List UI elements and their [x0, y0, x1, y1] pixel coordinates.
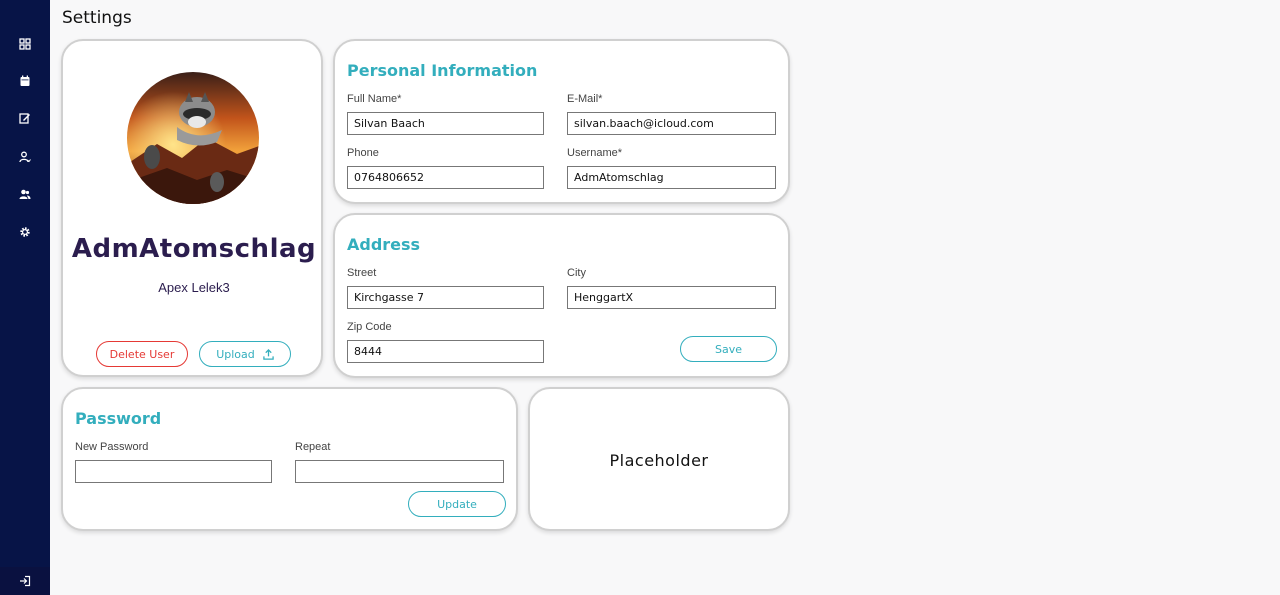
settings-gear-icon[interactable]: [17, 224, 33, 240]
zip-label: Zip Code: [347, 321, 392, 333]
repeat-password-label: Repeat: [295, 441, 331, 453]
new-password-input[interactable]: [75, 460, 272, 483]
email-label: E-Mail*: [567, 93, 603, 105]
upload-icon: [263, 348, 274, 360]
logout-button[interactable]: [0, 567, 50, 595]
placeholder-card: Placeholder: [528, 387, 790, 531]
phone-input[interactable]: [347, 166, 544, 189]
personal-info-title: Personal Information: [347, 61, 538, 80]
city-label: City: [567, 267, 586, 279]
username-label: Username*: [567, 147, 623, 159]
full-name-label: Full Name*: [347, 93, 402, 105]
placeholder-text: Placeholder: [609, 451, 709, 470]
profile-subtitle: Apex Lelek3: [158, 280, 230, 295]
street-label: Street: [347, 267, 377, 279]
save-label: Save: [714, 342, 742, 356]
calendar-icon[interactable]: [17, 73, 33, 89]
phone-label: Phone: [347, 147, 379, 159]
password-title: Password: [75, 409, 162, 428]
profile-username: AdmAtomschlag: [71, 234, 317, 264]
zip-input[interactable]: [347, 340, 544, 363]
update-label: Update: [437, 497, 477, 511]
password-card: Password New Password Repeat Update: [61, 387, 518, 531]
new-password-label: New Password: [75, 441, 149, 453]
avatar: [127, 72, 259, 204]
upload-button[interactable]: Upload: [199, 341, 291, 367]
update-button[interactable]: Update: [408, 491, 506, 517]
full-name-input[interactable]: [347, 112, 544, 135]
delete-user-button[interactable]: Delete User: [96, 341, 188, 367]
city-input[interactable]: [567, 286, 776, 309]
email-input[interactable]: [567, 112, 776, 135]
logout-icon: [19, 575, 31, 587]
street-input[interactable]: [347, 286, 544, 309]
users-group-icon[interactable]: [17, 186, 33, 202]
address-title: Address: [347, 235, 421, 254]
user-icon[interactable]: [17, 149, 33, 165]
username-input[interactable]: [567, 166, 776, 189]
upload-label: Upload: [216, 347, 255, 361]
sidebar: [0, 0, 50, 595]
page-title: Settings: [62, 8, 132, 28]
repeat-password-input[interactable]: [295, 460, 504, 483]
dashboard-grid-icon[interactable]: [17, 36, 33, 52]
save-button[interactable]: Save: [680, 336, 777, 362]
profile-card: AdmAtomschlag Apex Lelek3 Delete User Up…: [61, 39, 323, 377]
edit-note-icon[interactable]: [17, 110, 33, 126]
personal-info-card: Personal Information Full Name* E-Mail* …: [333, 39, 790, 204]
delete-user-label: Delete User: [109, 347, 175, 361]
address-card: Address Street City Zip Code Save: [333, 213, 790, 378]
